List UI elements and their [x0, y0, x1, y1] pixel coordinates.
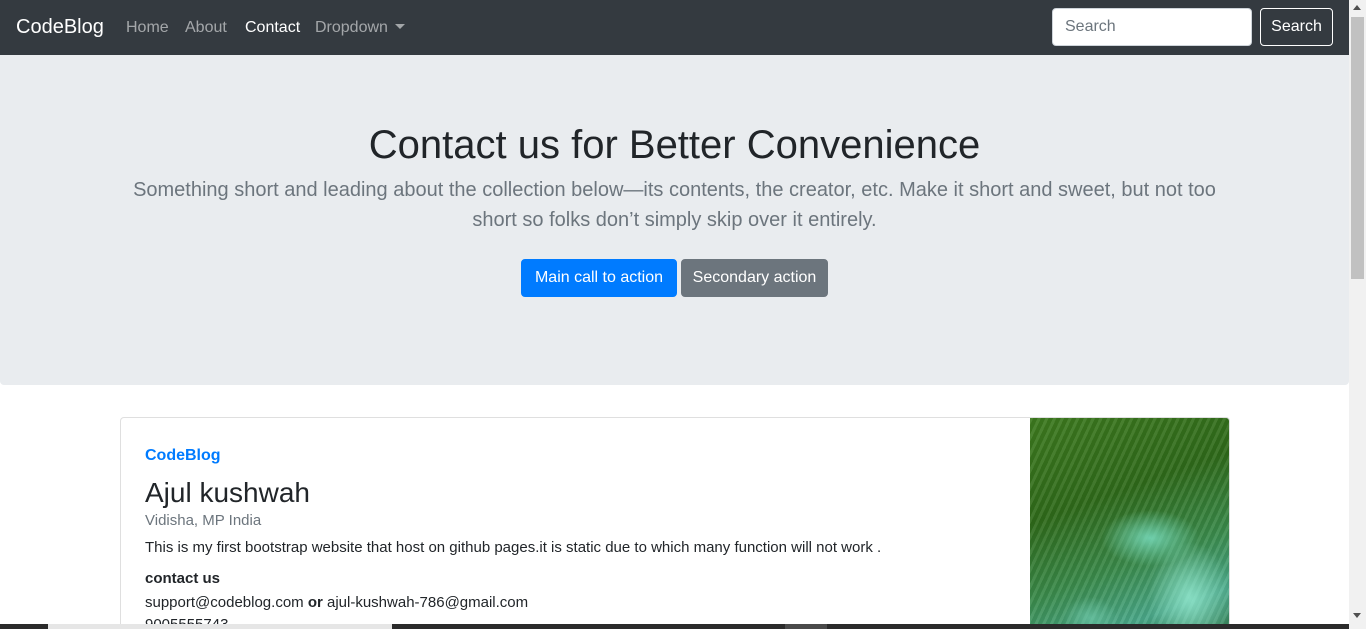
primary-email: support@codeblog.com — [145, 594, 304, 611]
hero-title: Contact us for Better Convenience — [368, 123, 981, 167]
nav-home-link[interactable]: Home — [126, 18, 169, 38]
hero-section: Contact us for Better Convenience Someth… — [0, 55, 1349, 385]
secondary-action-button[interactable]: Secondary action — [681, 259, 828, 297]
scroll-up-arrow-icon[interactable] — [1353, 5, 1361, 10]
search-button[interactable]: Search — [1260, 8, 1333, 46]
nav-dropdown-toggle[interactable]: Dropdown — [315, 18, 405, 38]
card-tag: CodeBlog — [145, 447, 221, 464]
secondary-email: ajul-kushwah-786@gmail.com — [327, 594, 529, 611]
profile-card: CodeBlog Ajul kushwah Vidisha, MP India … — [120, 417, 1230, 629]
scrollbar-thumb[interactable] — [1351, 17, 1364, 279]
bottom-taskbar-strip — [0, 624, 1349, 629]
main-action-button[interactable]: Main call to action — [521, 259, 677, 297]
nav-dropdown-label: Dropdown — [315, 19, 388, 36]
hero-lead: Something short and leading about the co… — [133, 179, 1216, 231]
nav-about-link[interactable]: About — [185, 18, 227, 38]
chevron-down-icon — [394, 24, 405, 29]
scroll-down-arrow-icon[interactable] — [1353, 613, 1361, 618]
card-image — [1030, 418, 1229, 629]
card-description: This is my first bootstrap website that … — [145, 539, 882, 556]
nav-contact-link[interactable]: Contact — [245, 18, 300, 38]
search-input[interactable] — [1052, 8, 1252, 46]
card-location: Vidisha, MP India — [145, 512, 262, 529]
navbar: CodeBlog Home About Contact Dropdown Sea… — [0, 0, 1349, 55]
contact-emails: support@codeblog.com or ajul-kushwah-786… — [145, 593, 528, 613]
card-title: Ajul kushwah — [145, 477, 310, 508]
taskbar-segment — [48, 624, 392, 629]
contact-heading: contact us — [145, 570, 221, 587]
taskbar-segment — [785, 624, 827, 629]
vertical-scrollbar[interactable] — [1349, 0, 1366, 629]
brand-link[interactable]: CodeBlog — [16, 15, 104, 39]
or-label: or — [307, 594, 323, 611]
